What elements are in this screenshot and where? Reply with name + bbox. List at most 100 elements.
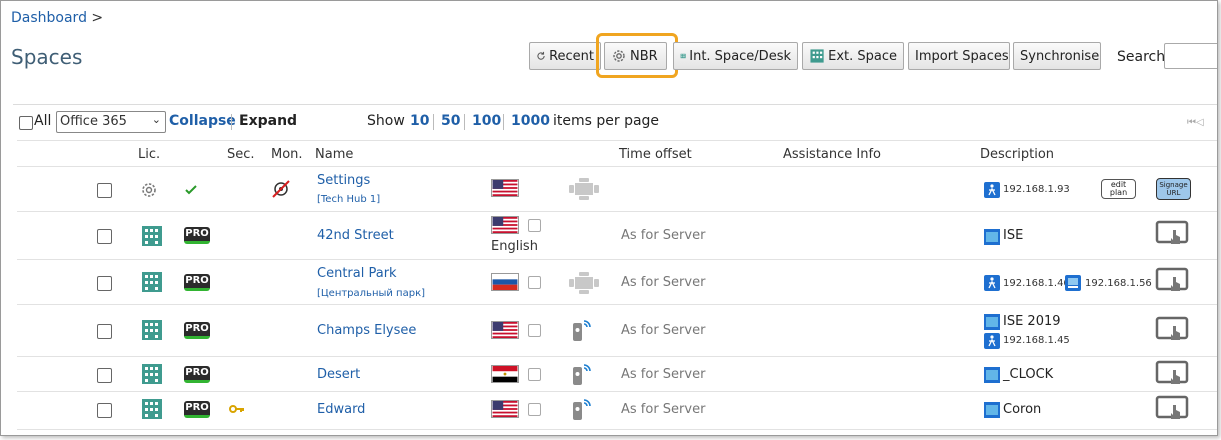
row-divider: [17, 259, 1217, 260]
header-time-offset[interactable]: Time offset: [619, 147, 692, 162]
expand-link[interactable]: Expand: [239, 113, 297, 129]
separator: [464, 114, 465, 130]
door-sensor-icon: [573, 364, 591, 385]
search-label: Search:: [1117, 49, 1170, 65]
unite-device-icon: [1065, 275, 1081, 291]
row-checkbox[interactable]: [97, 324, 112, 339]
space-name-link[interactable]: Central Park: [317, 266, 397, 281]
pager-first-icon[interactable]: ⏮◁: [1187, 117, 1204, 128]
row-divider: [17, 140, 1217, 141]
page-size-1000[interactable]: 1000: [511, 113, 550, 129]
page-size-50[interactable]: 50: [441, 113, 460, 129]
ip-address: 192.168.1.93: [1003, 184, 1070, 195]
collapse-link[interactable]: Collapse: [169, 113, 236, 129]
time-offset: As for Server: [621, 228, 706, 243]
breadcrumb: Dashboard >: [11, 10, 103, 26]
accessibility-icon: [984, 275, 1000, 291]
building-icon: [680, 53, 686, 59]
header-assistance-info[interactable]: Assistance Info: [783, 147, 881, 162]
header-sec: Sec.: [227, 147, 255, 162]
row-divider: [17, 356, 1217, 357]
space-name-link[interactable]: Champs Elysee: [317, 323, 416, 338]
separator: [503, 114, 504, 130]
ip-address: 192.168.1.56: [1085, 278, 1152, 289]
per-page-label: items per page: [553, 113, 660, 129]
touch-screen-icon[interactable]: [1155, 395, 1189, 421]
time-offset: As for Server: [621, 275, 706, 290]
space-name-link[interactable]: 42nd Street: [317, 228, 394, 243]
time-offset: As for Server: [621, 323, 706, 338]
nbr-button[interactable]: NBR: [604, 42, 667, 70]
pro-badge: PRO: [184, 366, 210, 383]
ip-address: 192.168.1.46: [1003, 278, 1070, 289]
us-flag-icon: [491, 179, 519, 197]
synchronise-label: Synchronise: [1020, 48, 1100, 64]
import-spaces-label: Import Spaces: [915, 48, 1009, 64]
language-checkbox[interactable]: [528, 368, 541, 381]
language-checkbox[interactable]: [528, 403, 541, 416]
ext-space-button[interactable]: Ext. Space: [802, 42, 904, 70]
all-label: All: [34, 113, 52, 129]
import-spaces-button[interactable]: Import Spaces: [908, 42, 1010, 70]
row-divider: [17, 211, 1217, 212]
ip-address: 192.168.1.45: [1003, 335, 1070, 346]
gear-icon: [613, 50, 625, 62]
display-icon: [984, 402, 1000, 418]
desk-icon: [569, 178, 599, 200]
space-name-link[interactable]: Settings: [317, 173, 370, 188]
check-icon: [185, 185, 197, 195]
row-checkbox[interactable]: [97, 368, 112, 383]
int-space-button[interactable]: Int. Space/Desk: [673, 42, 798, 70]
space-filter-value: Office 365: [60, 114, 127, 129]
us-flag-icon: [491, 321, 519, 339]
recent-button[interactable]: Recent: [529, 42, 601, 70]
touch-screen-icon[interactable]: [1155, 360, 1189, 386]
description-text: ISE 2019: [1003, 314, 1061, 329]
building-icon: [142, 364, 162, 384]
door-sensor-icon: [573, 399, 591, 420]
touch-screen-icon[interactable]: [1155, 316, 1189, 342]
language-checkbox[interactable]: [528, 276, 541, 289]
row-checkbox[interactable]: [97, 403, 112, 418]
ext-space-label: Ext. Space: [828, 48, 897, 64]
page-size-10[interactable]: 10: [410, 113, 429, 129]
header-description[interactable]: Description: [980, 147, 1054, 162]
pro-badge: PRO: [184, 401, 210, 418]
language-checkbox[interactable]: [528, 324, 541, 337]
int-space-label: Int. Space/Desk: [689, 48, 791, 64]
separator: [231, 114, 232, 130]
gear-icon: [142, 183, 156, 197]
building-icon: [142, 399, 162, 419]
monitor-off-icon[interactable]: [271, 179, 291, 199]
spaces-window: Dashboard > Spaces Recent NBR Int. Space…: [0, 0, 1218, 436]
building-icon: [810, 49, 824, 63]
time-offset: As for Server: [621, 367, 706, 382]
select-all-checkbox[interactable]: [19, 116, 33, 130]
signage-url-button[interactable]: Signage URL: [1156, 178, 1191, 200]
row-checkbox[interactable]: [97, 276, 112, 291]
page-size-100[interactable]: 100: [472, 113, 501, 129]
header-name[interactable]: Name: [315, 147, 353, 162]
ru-flag-icon: [491, 273, 519, 291]
space-subtitle: [Центральный парк]: [317, 288, 426, 299]
breadcrumb-dashboard-link[interactable]: Dashboard: [11, 10, 87, 26]
language-checkbox[interactable]: [528, 219, 541, 232]
row-divider: [17, 429, 1217, 430]
synchronise-button[interactable]: Synchronise: [1013, 42, 1101, 70]
row-checkbox[interactable]: [97, 183, 112, 198]
space-name-link[interactable]: Desert: [317, 367, 360, 382]
search-input[interactable]: [1164, 43, 1217, 69]
space-name-link[interactable]: Edward: [317, 402, 365, 417]
header-mon: Mon.: [271, 147, 303, 162]
edit-plan-button[interactable]: edit plan: [1101, 179, 1136, 199]
breadcrumb-separator: >: [91, 10, 104, 26]
eg-flag-icon: [491, 365, 519, 383]
touch-screen-icon[interactable]: [1155, 220, 1189, 246]
show-label: Show: [367, 113, 405, 129]
touch-screen-icon[interactable]: [1155, 267, 1189, 293]
edit-plan-label-2: plan: [1109, 188, 1128, 197]
space-filter-select[interactable]: Office 365 ⌄: [56, 111, 166, 133]
header-lic: Lic.: [138, 147, 161, 162]
row-checkbox[interactable]: [97, 229, 112, 244]
display-icon: [984, 229, 1000, 245]
